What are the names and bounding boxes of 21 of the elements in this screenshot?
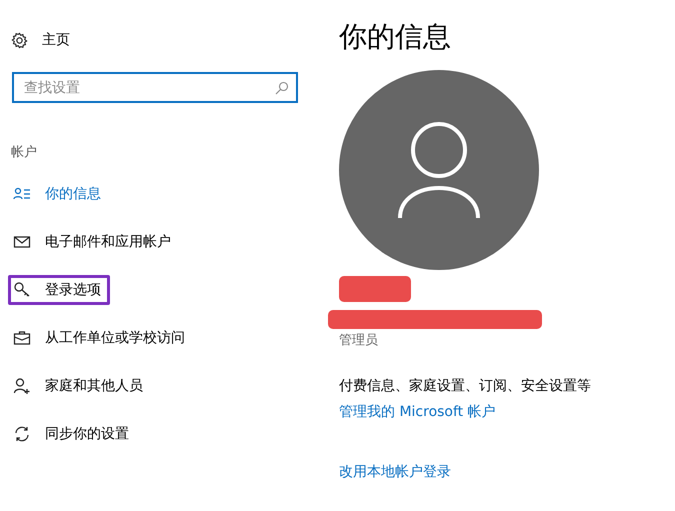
nav-item[interactable]: 同步你的设置 bbox=[8, 419, 138, 449]
briefcase-icon bbox=[13, 329, 31, 347]
account-role: 管理员 bbox=[339, 332, 378, 349]
home-link[interactable]: 主页 bbox=[8, 28, 327, 52]
redaction-bar bbox=[339, 276, 411, 302]
settings-icon bbox=[11, 32, 28, 48]
nav-item[interactable]: 从工作单位或学校访问 bbox=[8, 323, 194, 353]
nav-item[interactable]: 登录选项 bbox=[8, 275, 110, 305]
page-title: 你的信息 bbox=[339, 19, 451, 55]
account-link[interactable]: 管理我的 Microsoft 帐户 bbox=[339, 403, 496, 421]
person-add-icon bbox=[13, 377, 31, 395]
search-icon bbox=[275, 81, 289, 95]
sync-icon bbox=[13, 425, 31, 443]
search-field[interactable]: 查找设置 bbox=[12, 72, 298, 103]
nav-item[interactable]: 家庭和其他人员 bbox=[8, 371, 152, 401]
nav-item[interactable]: 你的信息 bbox=[8, 179, 110, 209]
nav-item[interactable]: 电子邮件和应用帐户 bbox=[8, 227, 180, 257]
account-description: 付费信息、家庭设置、订阅、安全设置等 bbox=[339, 377, 591, 395]
section-heading: 帐户 bbox=[11, 144, 38, 161]
account-link[interactable]: 改用本地帐户登录 bbox=[339, 463, 451, 481]
key-icon bbox=[13, 281, 31, 299]
